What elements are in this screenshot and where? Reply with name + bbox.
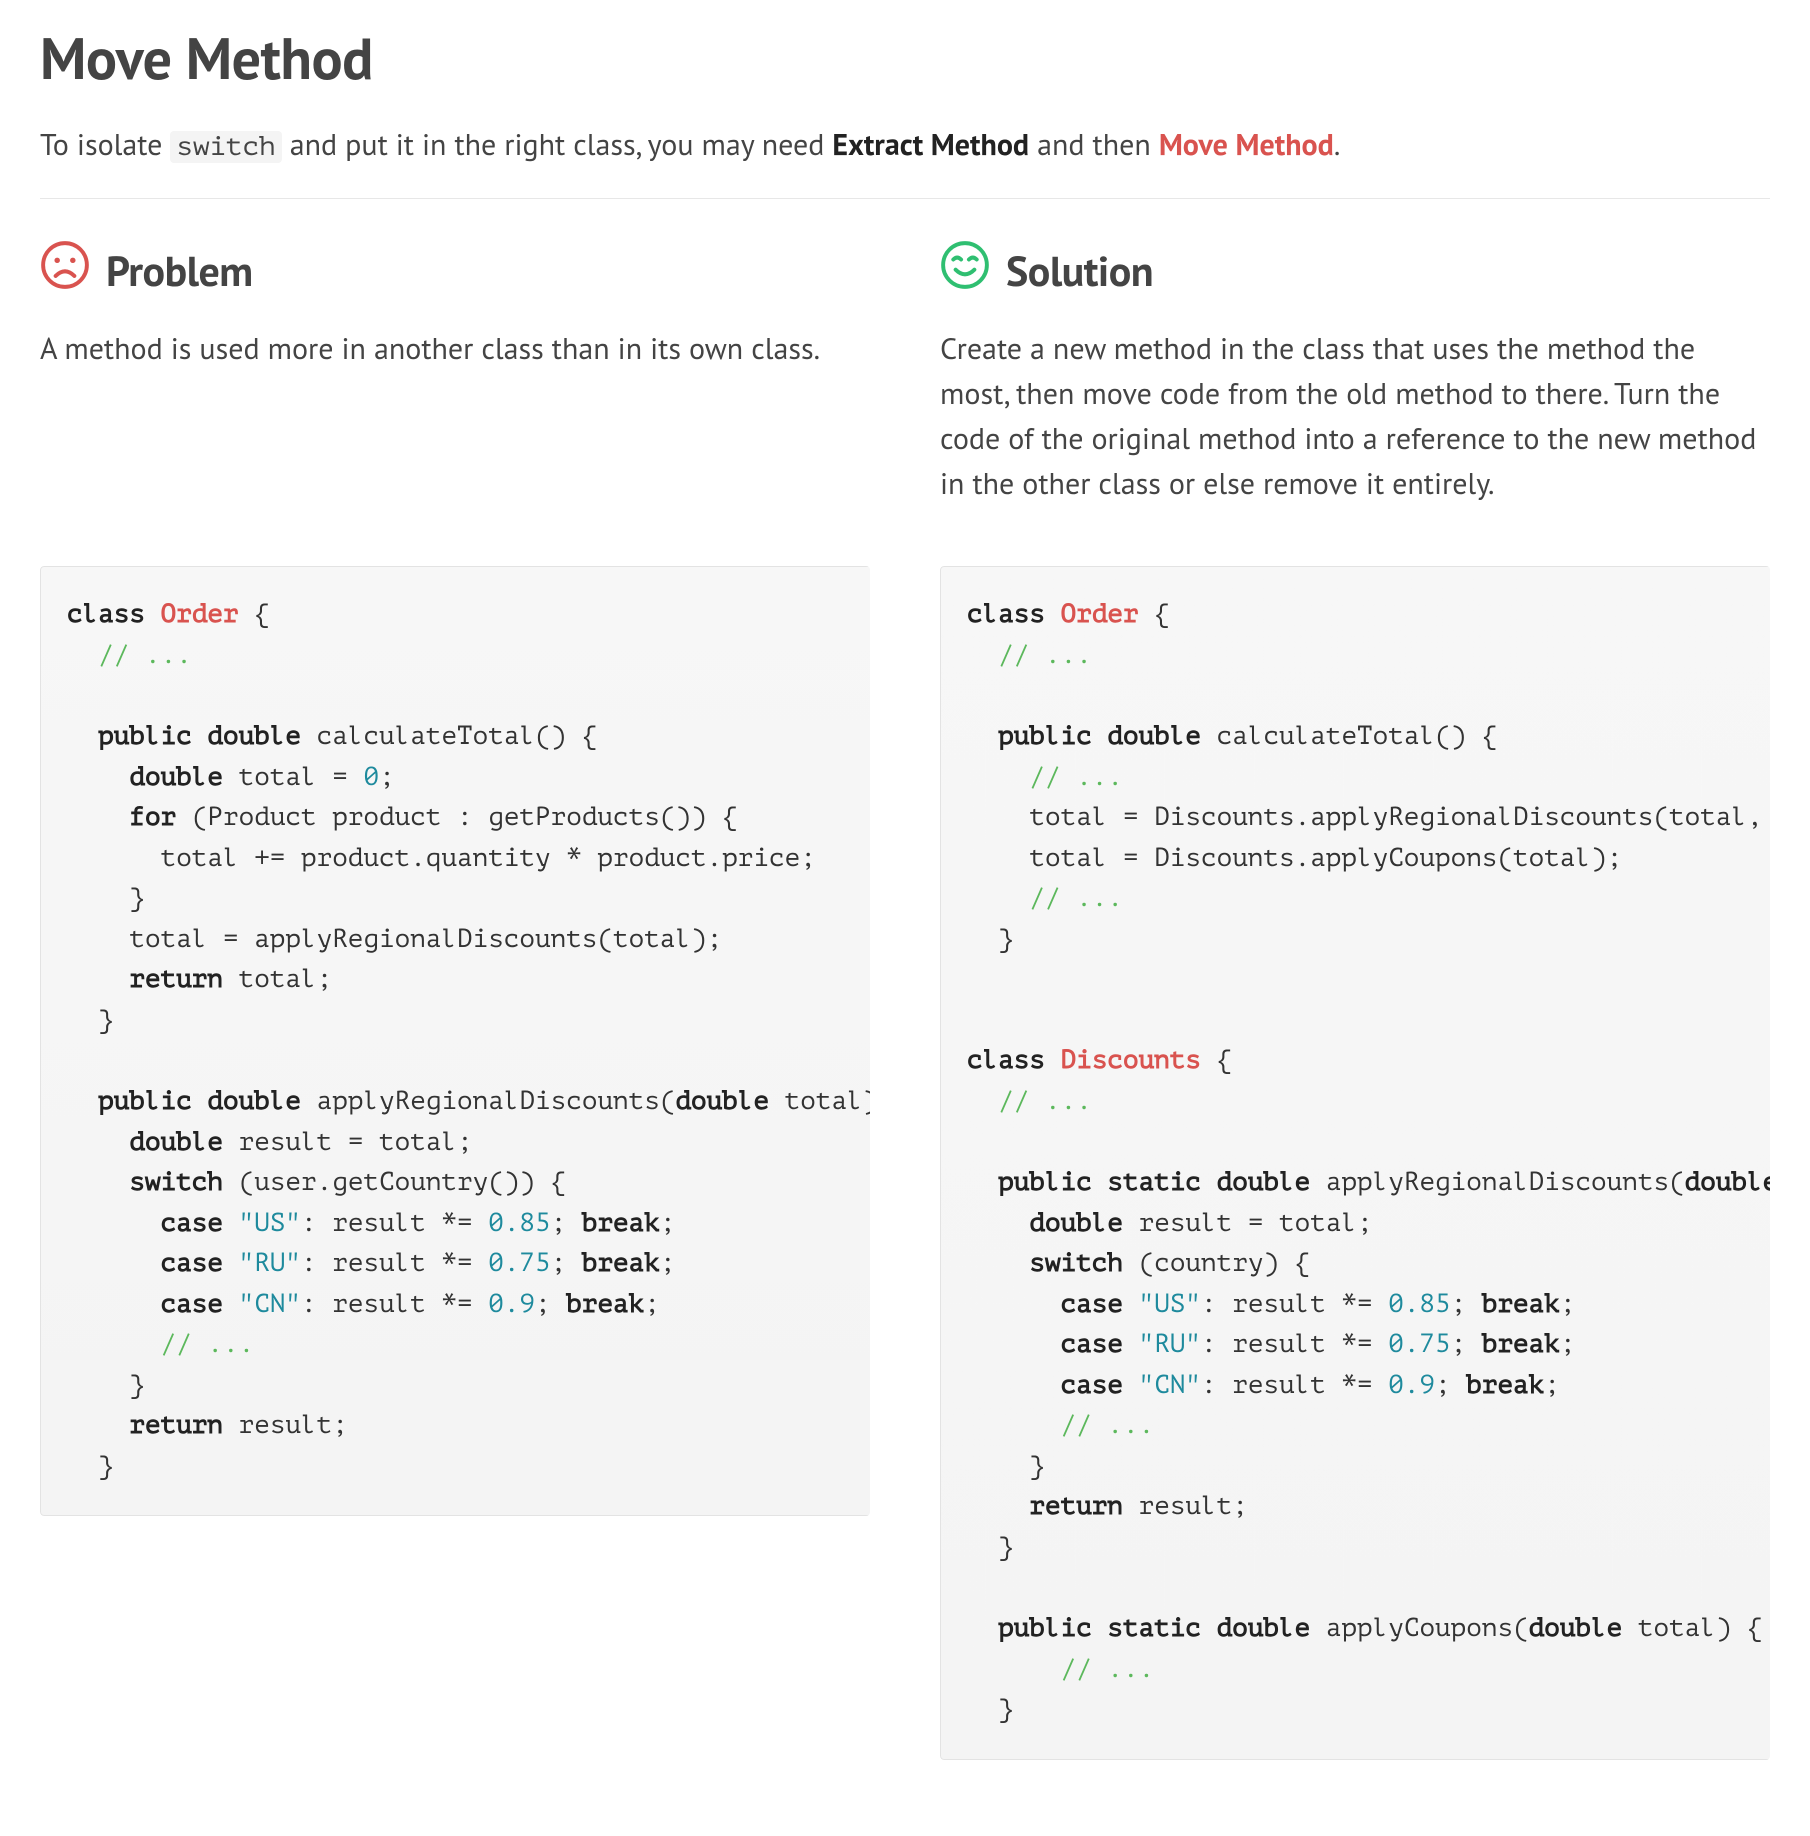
- frown-icon: [40, 240, 90, 301]
- problem-code-scroll[interactable]: class Order { // ... public double calcu…: [40, 566, 870, 1516]
- move-method-link[interactable]: Move Method: [1159, 125, 1334, 164]
- intro-frag: and then: [1029, 125, 1159, 164]
- problem-column: Problem A method is used more in another…: [40, 239, 870, 1759]
- smile-icon: [940, 240, 990, 301]
- solution-heading: Solution: [1006, 239, 1153, 302]
- solution-column: Solution Create a new method in the clas…: [940, 239, 1770, 1759]
- page-title: Move Method: [40, 15, 1770, 102]
- problem-code: class Order { // ... public double calcu…: [40, 566, 870, 1516]
- solution-code-scroll[interactable]: class Order { // ... public double calcu…: [940, 566, 1770, 1759]
- intro-code: switch: [170, 131, 281, 163]
- intro-text: To isolate switch and put it in the righ…: [40, 122, 1770, 168]
- problem-desc: A method is used more in another class t…: [40, 326, 870, 526]
- divider: [40, 198, 1770, 199]
- solution-desc: Create a new method in the class that us…: [940, 326, 1770, 526]
- intro-bold: Extract Method: [832, 125, 1029, 164]
- intro-frag: To isolate: [40, 125, 170, 164]
- intro-frag: and put it in the right class, you may n…: [282, 125, 833, 164]
- solution-code: class Order { // ... public double calcu…: [940, 566, 1770, 1759]
- problem-heading: Problem: [106, 239, 253, 302]
- intro-frag: .: [1334, 125, 1340, 164]
